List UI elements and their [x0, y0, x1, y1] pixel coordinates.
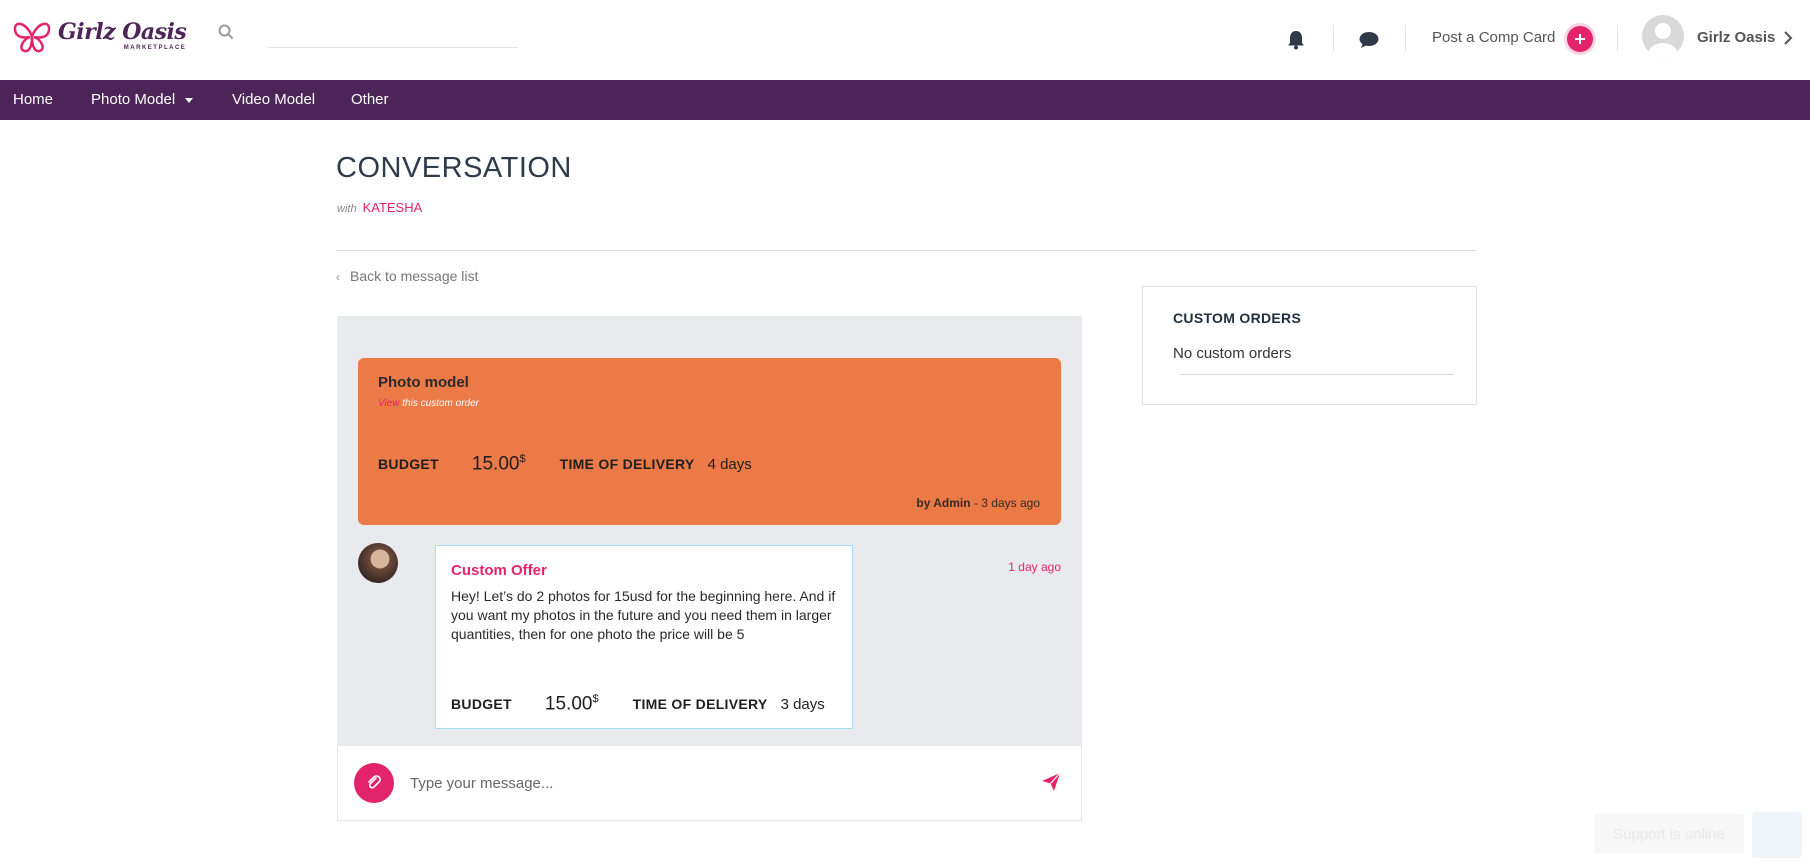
top-header: Girlz Oasis MARKETPLACE Post a Comp Card… — [0, 0, 1810, 80]
nav-item-label: Photo Model — [91, 91, 176, 108]
budget-value: 15.00$ — [545, 693, 599, 715]
view-order-link[interactable]: View — [378, 398, 400, 409]
custom-orders-title: CUSTOM ORDERS — [1173, 310, 1302, 326]
order-time: - 3 days ago — [973, 496, 1040, 510]
budget-amount: 15.00 — [544, 693, 593, 715]
chevron-right-icon[interactable] — [1783, 30, 1793, 46]
order-title: Photo model — [378, 374, 469, 391]
order-author-name: by Admin — [916, 496, 971, 510]
custom-orders-empty: No custom orders — [1173, 345, 1292, 362]
back-to-messages-link[interactable]: ‹ Back to message list — [336, 268, 478, 284]
nav-item-photo-model[interactable]: Photo Model — [91, 91, 194, 108]
budget-value: 15.00$ — [472, 453, 526, 475]
user-name[interactable]: Girlz Oasis — [1697, 29, 1775, 46]
site-logo[interactable]: Girlz Oasis MARKETPLACE — [12, 18, 187, 54]
delivery-value: 3 days — [780, 696, 825, 714]
divider — [336, 250, 1477, 251]
page-title: CONVERSATION — [336, 152, 572, 184]
search-icon[interactable] — [218, 24, 234, 40]
offer-title: Custom Offer — [451, 562, 547, 579]
custom-orders-panel: CUSTOM ORDERS No custom orders — [1142, 286, 1477, 405]
partner-name-link[interactable]: KATESHA — [363, 200, 423, 215]
conversation-partner: with KATESHA — [337, 200, 422, 215]
currency-symbol: $ — [519, 453, 526, 465]
message-timestamp: 1 day ago — [1008, 560, 1061, 574]
search-input[interactable] — [268, 22, 518, 48]
offer-body: Hey! Let’s do 2 photos for 15usd for the… — [451, 588, 836, 642]
user-avatar-icon — [1648, 23, 1678, 57]
support-status-badge[interactable]: Support is online — [1594, 814, 1744, 854]
header-divider — [1333, 25, 1334, 51]
main-nav: Home Photo Model Video Model Other — [0, 80, 1810, 120]
send-icon[interactable] — [1041, 772, 1061, 792]
message-composer — [337, 746, 1082, 821]
budget-amount: 15.00 — [471, 453, 520, 475]
back-link-label: Back to message list — [350, 268, 479, 284]
attach-button[interactable] — [354, 763, 394, 803]
divider — [1180, 374, 1454, 375]
nav-item-other[interactable]: Other — [351, 91, 389, 108]
user-avatar[interactable] — [1642, 15, 1684, 57]
nav-item-video-model[interactable]: Video Model — [232, 91, 315, 108]
budget-label: BUDGET — [451, 696, 512, 713]
conversation-panel[interactable]: Photo model View this custom order BUDGE… — [337, 316, 1082, 746]
delivery-label: TIME OF DELIVERY — [632, 696, 768, 713]
delivery-label: TIME OF DELIVERY — [559, 456, 695, 473]
logo-subtitle: MARKETPLACE — [123, 45, 187, 51]
butterfly-logo-icon — [13, 22, 51, 53]
chevron-left-icon: ‹ — [336, 270, 340, 284]
offer-budget-row: BUDGET 15.00$ TIME OF DELIVERY 3 days — [451, 693, 825, 715]
message-input[interactable] — [410, 770, 970, 796]
order-subtitle: View this custom order — [378, 398, 479, 409]
with-label: with — [337, 203, 357, 215]
support-chat-button[interactable] — [1752, 812, 1802, 858]
custom-order-card[interactable]: Photo model View this custom order BUDGE… — [358, 358, 1061, 525]
caret-down-icon — [185, 97, 194, 103]
currency-symbol: $ — [592, 693, 599, 705]
plus-icon — [1575, 34, 1585, 44]
paperclip-icon — [368, 775, 381, 789]
delivery-value: 4 days — [707, 456, 752, 474]
chat-icon[interactable] — [1359, 31, 1379, 49]
sender-avatar[interactable] — [358, 543, 398, 583]
custom-offer-message: Custom Offer Hey! Let’s do 2 photos for … — [435, 545, 853, 729]
post-comp-card-link[interactable]: Post a Comp Card — [1432, 29, 1555, 46]
nav-item-home[interactable]: Home — [13, 91, 53, 108]
header-divider — [1617, 25, 1618, 51]
budget-label: BUDGET — [378, 456, 439, 473]
logo-title: Girlz Oasis — [58, 19, 187, 45]
header-divider — [1405, 25, 1406, 51]
order-subtitle-text: this custom order — [402, 398, 479, 409]
bell-icon[interactable] — [1287, 30, 1305, 50]
order-author: by Admin - 3 days ago — [916, 496, 1040, 510]
post-comp-card-button[interactable] — [1567, 26, 1593, 52]
logo-text: Girlz Oasis MARKETPLACE — [58, 19, 187, 51]
order-budget-row: BUDGET 15.00$ TIME OF DELIVERY 4 days — [378, 453, 752, 475]
